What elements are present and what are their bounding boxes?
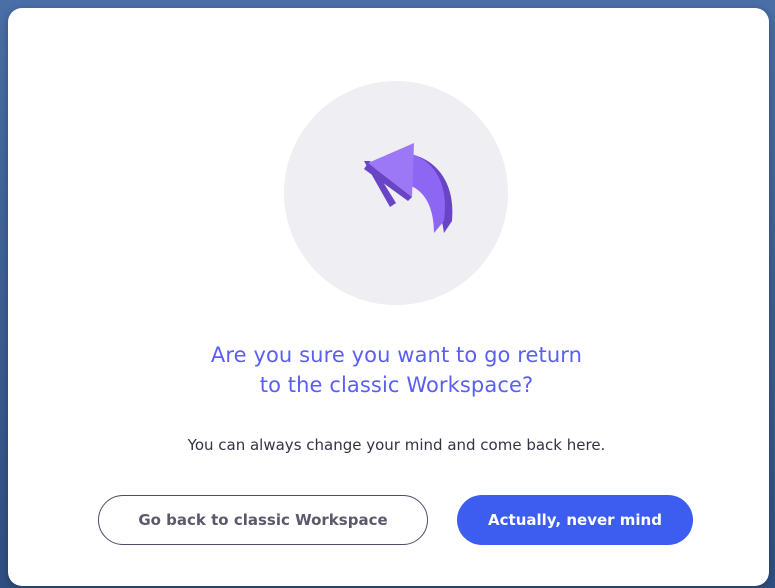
dialog-subtitle: You can always change your mind and come… (187, 436, 606, 454)
never-mind-button[interactable]: Actually, never mind (457, 495, 693, 545)
dialog-title: Are you sure you want to go return to th… (8, 340, 775, 400)
confirm-dialog: Are you sure you want to go return to th… (8, 8, 769, 586)
dialog-title-line-1: Are you sure you want to go return (210, 343, 583, 367)
go-back-to-classic-button[interactable]: Go back to classic Workspace (98, 495, 428, 545)
return-arrow-icon (364, 143, 453, 233)
illustration-circle (284, 81, 508, 305)
dialog-title-line-2: to the classic Workspace? (259, 373, 534, 397)
